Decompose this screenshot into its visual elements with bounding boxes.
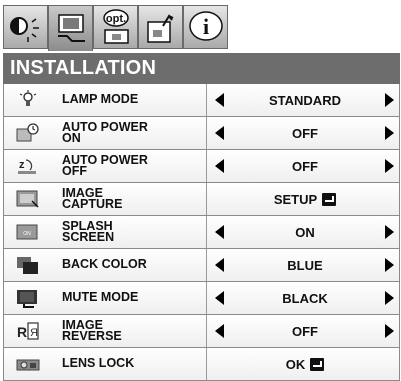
tab-signal[interactable] <box>138 5 183 49</box>
lamp-mode-value: STANDARD <box>269 92 341 108</box>
options-tab-icon: opt. <box>103 9 129 44</box>
auto-power-off-left-arrow-icon[interactable] <box>215 159 224 173</box>
image-reverse-label: IMAGE REVERSE <box>62 317 122 343</box>
auto-power-off-label: AUTO POWER OFF <box>62 152 148 178</box>
image-reverse-right-arrow-icon[interactable] <box>385 324 394 338</box>
svg-text:opt.: opt. <box>106 13 126 25</box>
page-title: INSTALLATION <box>3 53 400 84</box>
image-capture-button[interactable]: SETUP <box>230 183 380 215</box>
svg-text:i: i <box>203 14 209 39</box>
back-color-left-arrow-icon[interactable] <box>215 258 224 272</box>
splash-screen-value: ON <box>295 224 315 240</box>
tab-info[interactable]: i <box>183 5 228 49</box>
back-color-right-arrow-icon[interactable] <box>385 258 394 272</box>
picture-tab-icon <box>10 17 39 42</box>
enter-icon <box>322 192 337 206</box>
lens-lock-label: LENS LOCK <box>62 356 135 371</box>
image-capture-icon <box>16 190 39 208</box>
image-capture-value: SETUP <box>273 191 318 207</box>
image-reverse-row[interactable]: R R IMAGE REVERSE OFF <box>3 315 400 348</box>
lamp-mode-row[interactable]: LAMP MODE STANDARD <box>3 84 400 117</box>
lamp-mode-left-arrow-icon[interactable] <box>215 93 224 107</box>
menu-tabs: opt. i <box>3 5 258 51</box>
back-color-icon <box>17 257 38 274</box>
auto-power-off-right-arrow-icon[interactable] <box>385 159 394 173</box>
image-capture-row[interactable]: IMAGE CAPTURE SETUP <box>3 183 400 216</box>
tab-installation[interactable] <box>48 5 93 51</box>
signal-tab-icon <box>147 14 174 43</box>
tab-options[interactable]: opt. <box>93 5 138 49</box>
splash-screen-icon: ON <box>16 224 38 240</box>
auto-power-on-value: OFF <box>292 125 318 141</box>
splash-screen-label: SPLASH SCREEN <box>62 218 115 244</box>
tab-picture[interactable] <box>3 5 48 49</box>
lamp-mode-right-arrow-icon[interactable] <box>385 93 394 107</box>
back-color-row[interactable]: BACK COLOR BLUE <box>3 249 400 282</box>
lens-lock-button[interactable]: OK <box>230 348 380 380</box>
mute-mode-icon <box>17 290 37 308</box>
svg-text:z: z <box>19 159 25 171</box>
image-reverse-left-arrow-icon[interactable] <box>215 324 224 338</box>
auto-power-on-left-arrow-icon[interactable] <box>215 126 224 140</box>
image-capture-label: IMAGE CAPTURE <box>62 185 123 211</box>
auto-power-on-row[interactable]: AUTO POWER ON OFF <box>3 117 400 150</box>
lens-lock-icon <box>16 359 40 371</box>
enter-icon <box>310 357 325 371</box>
mute-mode-label: MUTE MODE <box>62 290 139 305</box>
splash-screen-left-arrow-icon[interactable] <box>215 225 224 239</box>
splash-screen-row[interactable]: ON SPLASH SCREEN ON <box>3 216 400 249</box>
auto-power-off-row[interactable]: z AUTO POWER OFF OFF <box>3 150 400 183</box>
info-tab-icon: i <box>189 11 223 41</box>
lamp-icon <box>19 90 37 106</box>
image-reverse-value: OFF <box>292 323 318 339</box>
splash-screen-right-arrow-icon[interactable] <box>385 225 394 239</box>
back-color-label: BACK COLOR <box>62 257 147 272</box>
back-color-value: BLUE <box>287 257 323 273</box>
svg-text:R: R <box>30 327 38 339</box>
sleep-icon: z <box>18 159 36 174</box>
svg-text:ON: ON <box>23 231 31 237</box>
lens-lock-row[interactable]: LENS LOCK OK <box>3 348 400 381</box>
power-on-timer-icon <box>16 123 39 142</box>
mute-mode-value: BLACK <box>282 290 328 306</box>
lens-lock-value: OK <box>285 356 306 372</box>
mute-mode-row[interactable]: MUTE MODE BLACK <box>3 282 400 315</box>
auto-power-on-right-arrow-icon[interactable] <box>385 126 394 140</box>
mute-mode-right-arrow-icon[interactable] <box>385 291 394 305</box>
auto-power-on-label: AUTO POWER ON <box>62 119 148 145</box>
auto-power-off-value: OFF <box>292 158 318 174</box>
settings-list: LAMP MODE STANDARD AUTO POWER ON OFF z A… <box>3 84 400 381</box>
mute-mode-left-arrow-icon[interactable] <box>215 291 224 305</box>
image-reverse-icon: R R <box>17 322 39 340</box>
lamp-mode-label: LAMP MODE <box>62 92 139 107</box>
svg-text:R: R <box>17 324 27 340</box>
installation-tab-icon <box>58 14 85 42</box>
